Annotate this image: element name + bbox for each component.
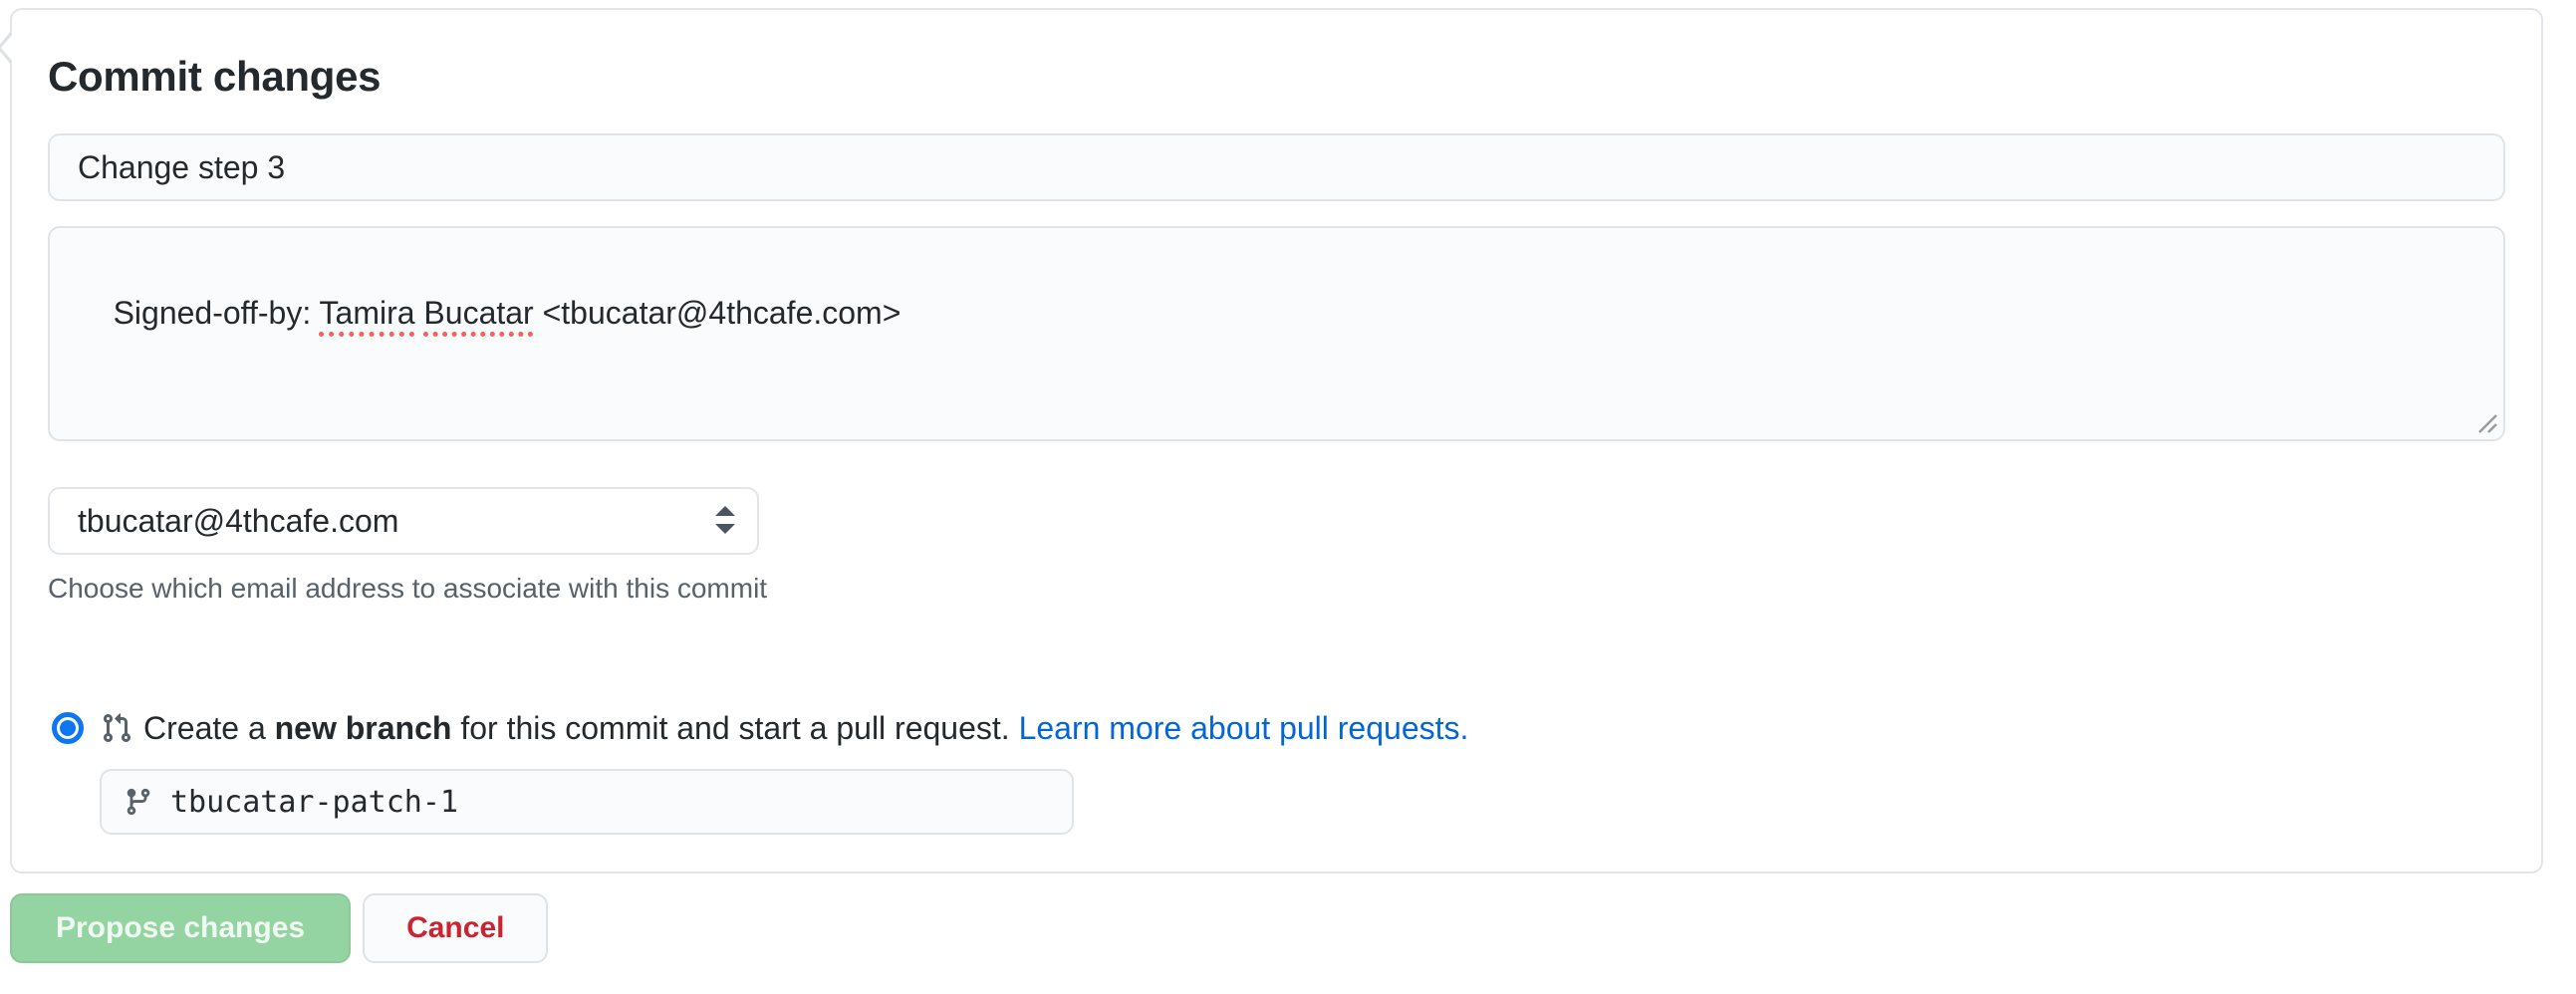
- commit-description-textarea[interactable]: Signed-off-by: Tamira Bucatar <tbucatar@…: [48, 226, 2505, 441]
- new-branch-option-label: Create a new branch for this commit and …: [143, 708, 1468, 748]
- learn-more-link[interactable]: Learn more about pull requests.: [1019, 710, 1469, 746]
- select-arrows-icon: [713, 503, 737, 539]
- page-title: Commit changes: [48, 56, 381, 98]
- form-actions: Propose changes Cancel: [10, 893, 548, 963]
- misspelled-word: Tamira: [320, 295, 415, 331]
- commit-summary-input[interactable]: [48, 133, 2505, 201]
- email-helper-text: Choose which email address to associate …: [48, 571, 767, 607]
- new-branch-option-row: Create a new branch for this commit and …: [52, 708, 1468, 748]
- email-select-value: tbucatar@4thcafe.com: [78, 503, 713, 540]
- label-text: Create a: [143, 710, 275, 746]
- label-bold-text: new branch: [275, 710, 452, 746]
- new-branch-radio[interactable]: [52, 712, 84, 744]
- description-text: Signed-off-by:: [114, 295, 320, 331]
- git-pull-request-icon: [101, 712, 132, 744]
- label-text: for this commit and start a pull request…: [451, 710, 1018, 746]
- cancel-button[interactable]: Cancel: [363, 893, 548, 963]
- branch-name-input[interactable]: tbucatar-patch-1: [100, 769, 1074, 835]
- git-branch-icon: [124, 787, 153, 817]
- misspelled-word: Bucatar: [423, 295, 533, 331]
- description-text: <tbucatar@4thcafe.com>: [534, 295, 902, 331]
- branch-name-value: tbucatar-patch-1: [170, 785, 458, 820]
- propose-changes-button[interactable]: Propose changes: [10, 893, 351, 963]
- resize-handle-icon[interactable]: [2475, 411, 2499, 435]
- commit-form-card: Commit changes Signed-off-by: Tamira Buc…: [10, 8, 2543, 873]
- email-select[interactable]: tbucatar@4thcafe.com: [48, 487, 759, 555]
